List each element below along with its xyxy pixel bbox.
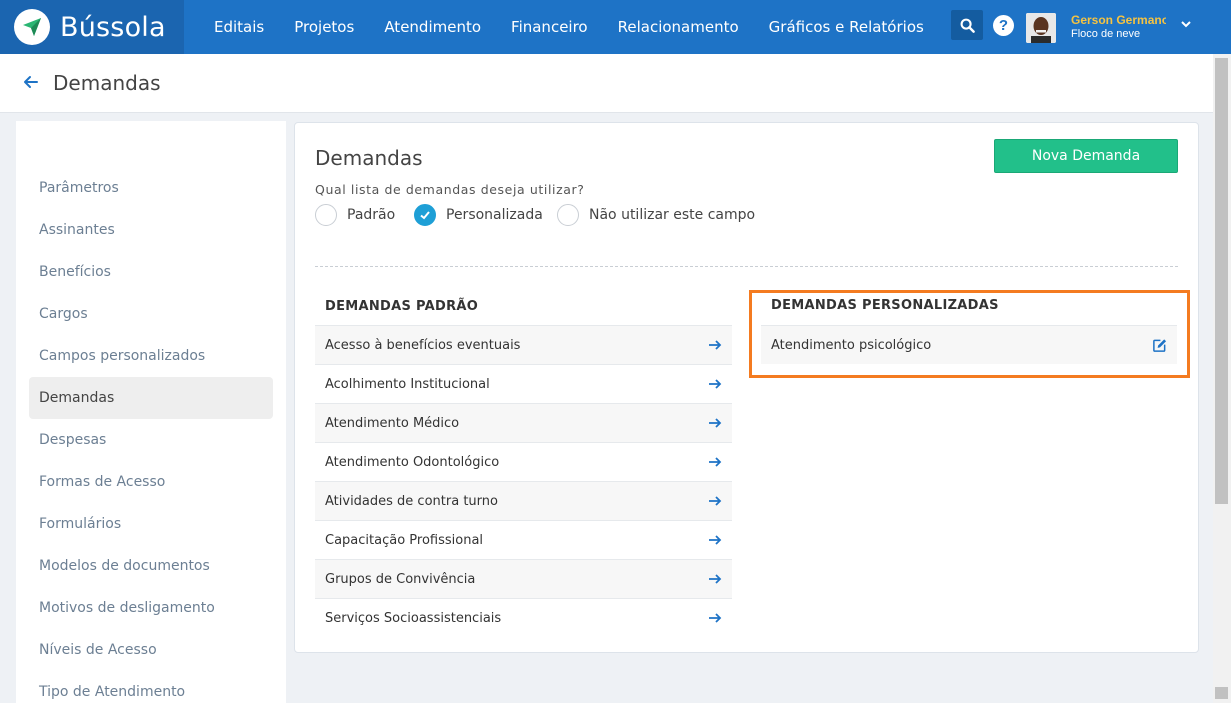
- radio-personalizada[interactable]: Personalizada: [414, 204, 543, 226]
- sidebar-item-niveis-de-acesso[interactable]: Níveis de Acesso: [29, 629, 273, 671]
- list-item[interactable]: Atendimento Médico: [315, 403, 732, 442]
- arrow-right-icon[interactable]: [708, 378, 722, 390]
- radio-nao-utilizar[interactable]: Não utilizar este campo: [557, 204, 755, 226]
- compass-logo-icon: [14, 9, 50, 45]
- check-icon: [414, 204, 436, 226]
- search-icon: [960, 18, 975, 33]
- sidebar-item-formas-de-acesso[interactable]: Formas de Acesso: [29, 461, 273, 503]
- radio-label: Padrão: [347, 207, 396, 223]
- page-header: Demandas: [0, 54, 1213, 113]
- page-title: Demandas: [53, 71, 161, 95]
- user-organization: Floco de neve: [1071, 28, 1141, 40]
- section-divider: [315, 266, 1178, 267]
- sidebar-item-parametros[interactable]: Parâmetros: [29, 167, 273, 209]
- highlight-box: [749, 290, 1190, 378]
- sidebar-item-tipo-de-atendimento[interactable]: Tipo de Atendimento: [29, 671, 273, 703]
- nav-financeiro[interactable]: Financeiro: [496, 18, 603, 36]
- list-item[interactable]: Acesso à benefícios eventuais: [315, 325, 732, 364]
- radio-circle-icon: [315, 204, 337, 226]
- help-icon[interactable]: ?: [993, 15, 1014, 36]
- list-item[interactable]: Acolhimento Institucional: [315, 364, 732, 403]
- radio-label: Personalizada: [446, 207, 543, 223]
- sidebar-item-modelos-de-documentos[interactable]: Modelos de documentos: [29, 545, 273, 587]
- list-item[interactable]: Capacitação Profissional: [315, 520, 732, 559]
- list-item[interactable]: Atividades de contra turno: [315, 481, 732, 520]
- nav-projetos[interactable]: Projetos: [279, 18, 369, 36]
- sidebar-item-beneficios[interactable]: Benefícios: [29, 251, 273, 293]
- radio-padrao[interactable]: Padrão: [315, 204, 395, 226]
- arrow-right-icon[interactable]: [708, 573, 722, 585]
- sidebar-item-cargos[interactable]: Cargos: [29, 293, 273, 335]
- brand[interactable]: Bússola: [0, 0, 184, 54]
- nav-atendimento[interactable]: Atendimento: [369, 18, 496, 36]
- sidebar-item-motivos-de-desligamento[interactable]: Motivos de desligamento: [29, 587, 273, 629]
- nav-relacionamento[interactable]: Relacionamento: [603, 18, 754, 36]
- back-arrow-icon[interactable]: [22, 74, 40, 90]
- arrow-right-icon[interactable]: [708, 339, 722, 351]
- scrollbar-thumb[interactable]: [1215, 58, 1228, 504]
- radio-label: Não utilizar este campo: [589, 207, 756, 223]
- avatar[interactable]: [1026, 13, 1056, 43]
- demandas-padrao-title: DEMANDAS PADRÃO: [325, 299, 479, 314]
- arrow-right-icon[interactable]: [708, 534, 722, 546]
- demandas-padrao-list: Acesso à benefícios eventuais Acolhiment…: [315, 325, 732, 637]
- scrollbar-arrow-down[interactable]: [1215, 687, 1228, 699]
- list-question-label: Qual lista de demandas deseja utilizar?: [315, 182, 585, 197]
- arrow-right-icon[interactable]: [708, 495, 722, 507]
- radio-circle-icon: [557, 204, 579, 226]
- sidebar-item-formularios[interactable]: Formulários: [29, 503, 273, 545]
- user-name[interactable]: Gerson Germano: [1071, 13, 1166, 27]
- sidebar-item-campos-personalizados[interactable]: Campos personalizados: [29, 335, 273, 377]
- list-item[interactable]: Serviços Socioassistenciais: [315, 598, 732, 637]
- search-button[interactable]: [951, 10, 983, 40]
- arrow-right-icon[interactable]: [708, 456, 722, 468]
- list-item[interactable]: Grupos de Convivência: [315, 559, 732, 598]
- nova-demanda-button[interactable]: Nova Demanda: [994, 139, 1178, 173]
- nav-editais[interactable]: Editais: [199, 18, 279, 36]
- nav-graficos-relatorios[interactable]: Gráficos e Relatórios: [754, 18, 939, 36]
- main-nav: Editais Projetos Atendimento Financeiro …: [199, 0, 939, 54]
- top-navbar: Bússola Editais Projetos Atendimento Fin…: [0, 0, 1231, 54]
- demandas-card: Demandas Nova Demanda Qual lista de dema…: [294, 122, 1199, 653]
- brand-name: Bússola: [60, 11, 166, 43]
- arrow-right-icon[interactable]: [708, 612, 722, 624]
- arrow-right-icon[interactable]: [708, 417, 722, 429]
- sidebar-item-assinantes[interactable]: Assinantes: [29, 209, 273, 251]
- card-title: Demandas: [315, 146, 423, 170]
- sidebar-item-demandas[interactable]: Demandas: [29, 377, 273, 419]
- settings-sidebar: Parâmetros Assinantes Benefícios Cargos …: [16, 121, 286, 703]
- chevron-down-icon[interactable]: [1180, 18, 1192, 30]
- list-item[interactable]: Atendimento Odontológico: [315, 442, 732, 481]
- sidebar-item-despesas[interactable]: Despesas: [29, 419, 273, 461]
